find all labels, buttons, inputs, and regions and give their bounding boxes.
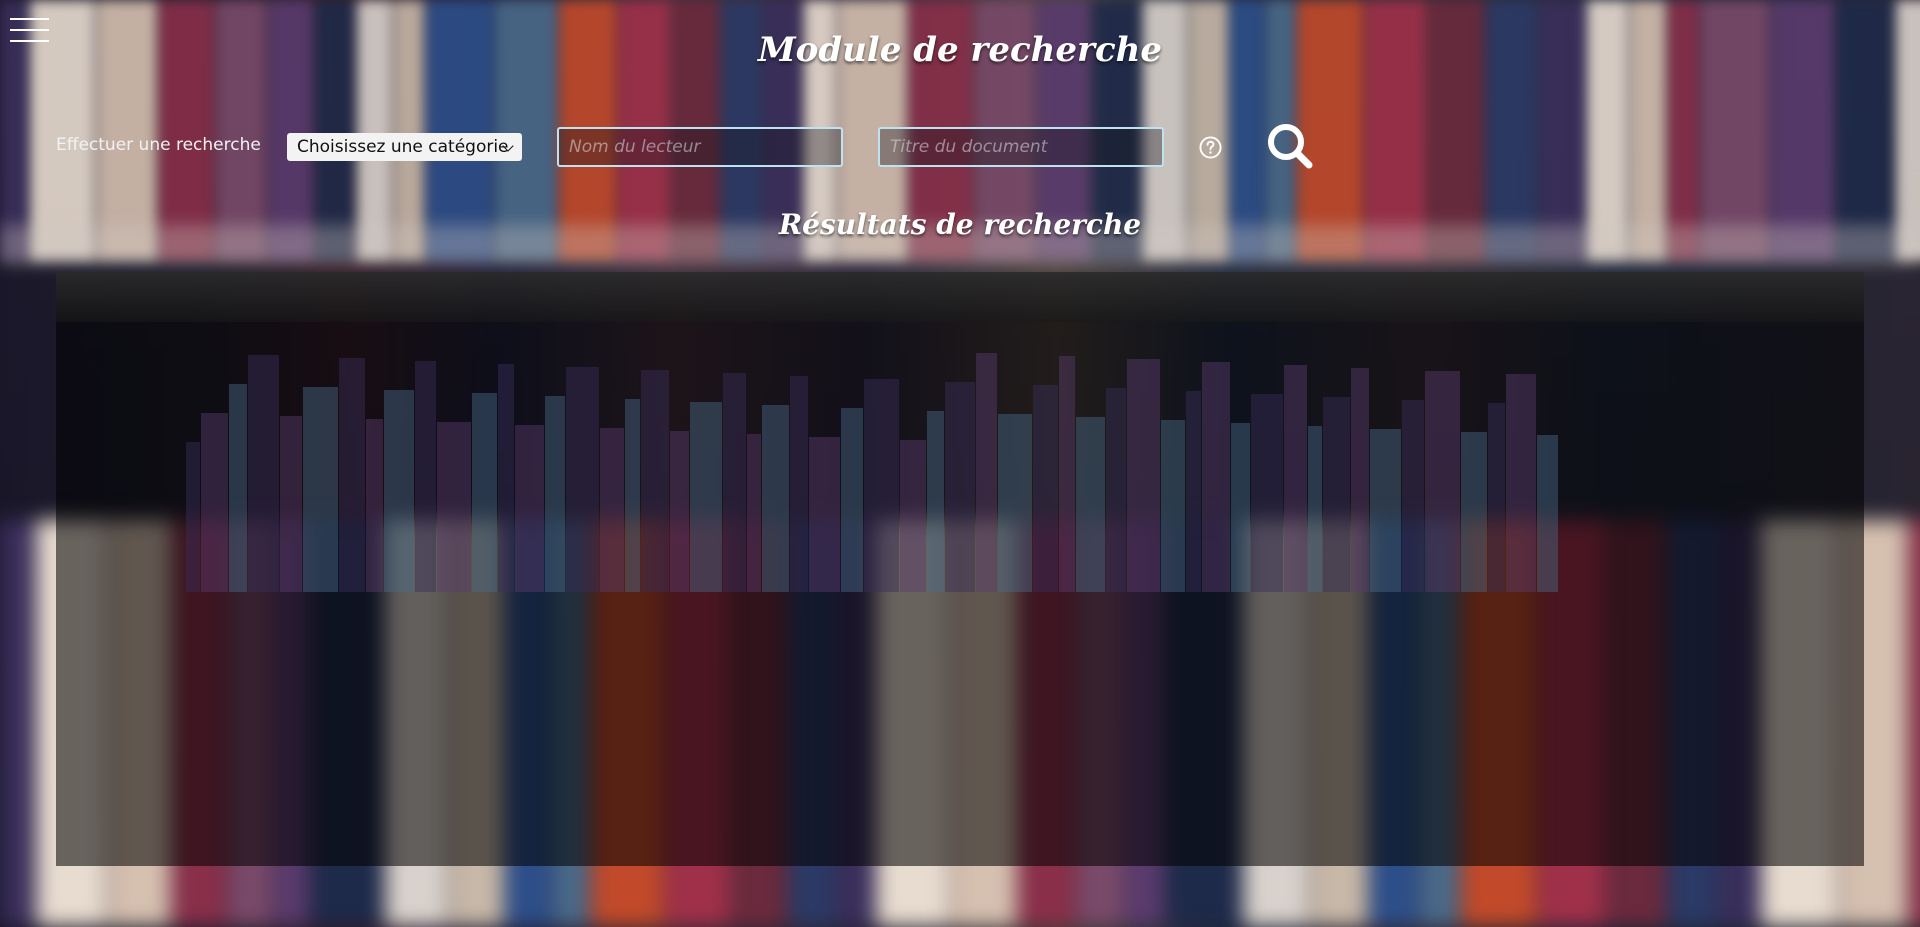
category-select-value: Choisissez une catégorie xyxy=(297,137,509,157)
panel-book-spine xyxy=(1106,388,1126,592)
panel-book-spine xyxy=(515,425,544,592)
panel-book-spine xyxy=(762,405,789,592)
panel-book-spine xyxy=(864,379,899,592)
panel-book-spine xyxy=(437,422,471,592)
panel-book-spine xyxy=(1351,368,1369,592)
reader-name-input[interactable] xyxy=(557,127,843,167)
panel-book-spine xyxy=(1323,397,1350,592)
panel-book-spine xyxy=(545,396,565,592)
panel-book-spine xyxy=(415,361,436,592)
page: Module de recherche Effectuer une recher… xyxy=(0,0,1920,927)
panel-book-spine xyxy=(976,353,997,592)
panel-book-spine xyxy=(641,370,669,592)
page-title: Module de recherche xyxy=(758,30,1162,70)
panel-book-spine xyxy=(303,387,338,592)
panel-book-spine xyxy=(1284,365,1307,592)
panel-book-spine xyxy=(1425,371,1460,592)
panel-book-spine xyxy=(900,440,926,592)
search-icon[interactable] xyxy=(1266,122,1314,170)
panel-book-spine xyxy=(809,437,840,592)
panel-book-spine xyxy=(690,402,722,592)
panel-book-spine xyxy=(998,414,1032,592)
panel-book-spine xyxy=(747,434,761,592)
results-panel xyxy=(56,272,1864,866)
panel-book-spine xyxy=(1251,394,1283,592)
panel-book-spine xyxy=(1161,420,1185,592)
panel-book-spine xyxy=(472,393,497,592)
panel-book-spine xyxy=(927,411,944,592)
results-panel-background-books xyxy=(56,332,1864,592)
background-book-spine xyxy=(0,520,34,927)
panel-book-spine xyxy=(1059,356,1075,592)
panel-book-spine xyxy=(1231,423,1250,592)
panel-book-spine xyxy=(1076,417,1105,592)
panel-book-spine xyxy=(1202,362,1230,592)
panel-book-spine xyxy=(1186,391,1201,592)
panel-book-spine xyxy=(280,416,302,592)
panel-book-spine xyxy=(366,419,383,592)
panel-book-spine xyxy=(1488,403,1505,592)
search-label: Effectuer une recherche xyxy=(56,135,261,155)
panel-book-spine xyxy=(186,442,200,592)
panel-book-spine xyxy=(790,376,808,592)
panel-book-spine xyxy=(1033,385,1058,592)
panel-book-spine xyxy=(248,355,279,592)
panel-book-spine xyxy=(498,364,514,592)
panel-book-spine xyxy=(1127,359,1160,592)
panel-book-spine xyxy=(670,431,689,592)
panel-book-spine xyxy=(566,367,599,592)
panel-book-spine xyxy=(841,408,863,592)
panel-book-spine xyxy=(1461,432,1487,592)
panel-book-spine xyxy=(600,428,624,592)
panel-book-spine xyxy=(1402,400,1424,592)
panel-book-spine xyxy=(945,382,975,592)
results-title: Résultats de recherche xyxy=(778,208,1142,241)
panel-book-spine xyxy=(1506,374,1536,592)
panel-book-spine xyxy=(229,384,247,592)
results-panel-header xyxy=(56,272,1864,322)
panel-book-spine xyxy=(625,399,640,592)
background-book-spine xyxy=(1910,520,1920,927)
panel-book-spine xyxy=(723,373,746,592)
category-select[interactable]: Choisissez une catégorie xyxy=(287,133,522,161)
panel-book-spine xyxy=(1370,429,1401,592)
panel-book-spine xyxy=(384,390,414,592)
panel-book-spine xyxy=(201,413,228,592)
panel-book-spine xyxy=(1537,435,1558,592)
question-circle-icon[interactable] xyxy=(1199,136,1222,159)
panel-book-spine xyxy=(339,358,365,592)
document-title-input[interactable] xyxy=(878,127,1164,167)
panel-book-spine xyxy=(1308,426,1322,592)
